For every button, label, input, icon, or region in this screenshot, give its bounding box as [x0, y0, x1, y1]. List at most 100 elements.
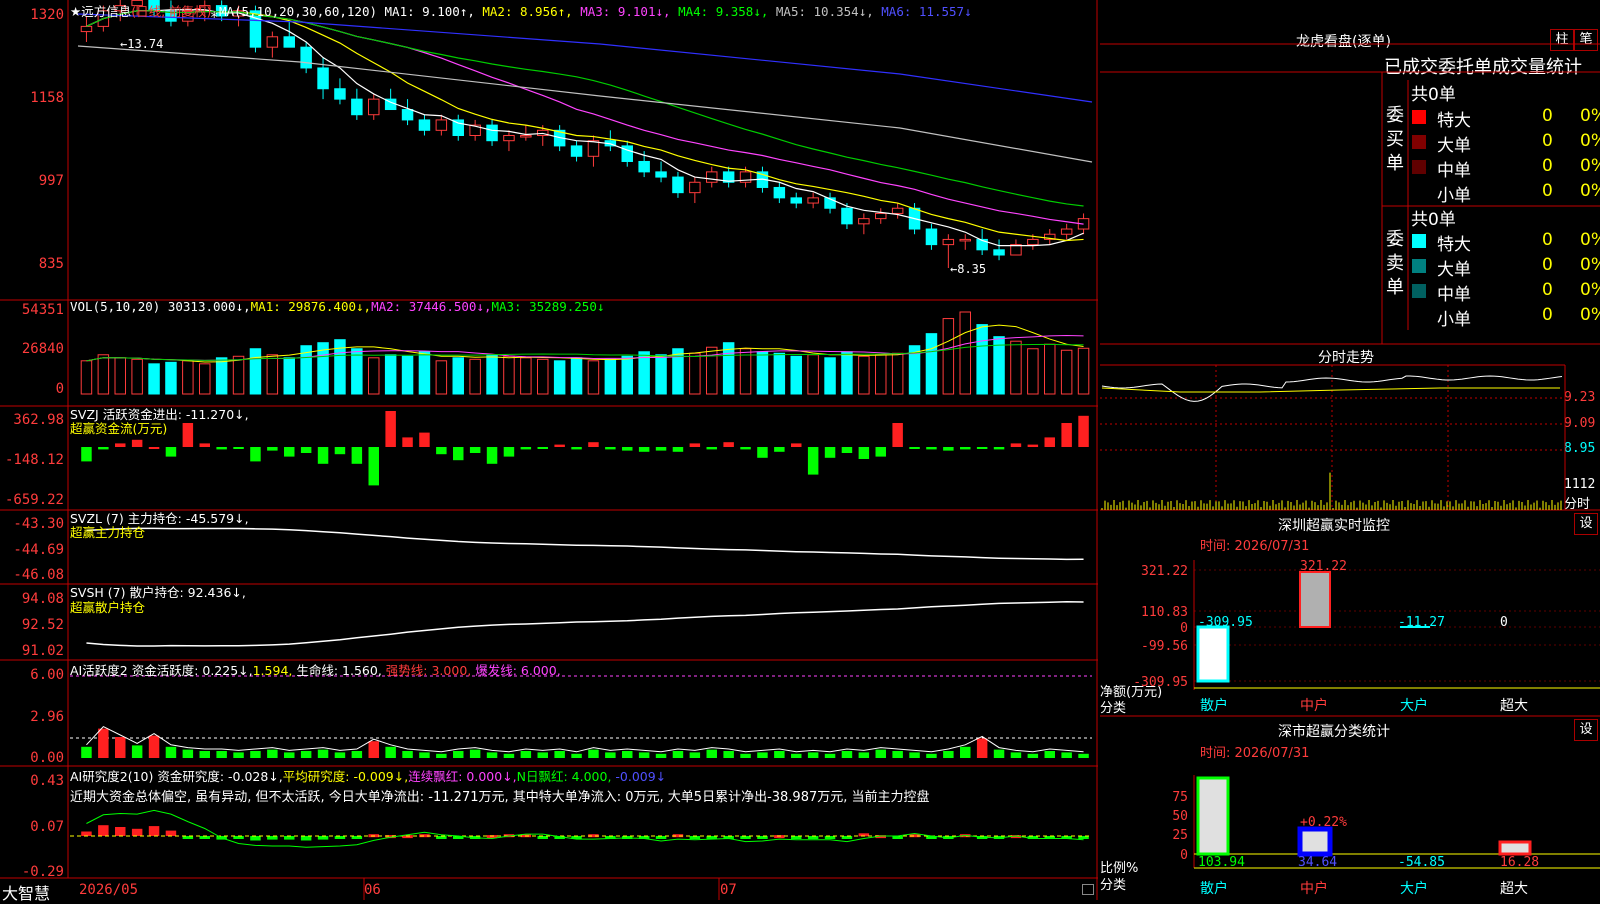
cls-ytick: 0 [1180, 848, 1188, 863]
ai1-bar [655, 753, 667, 758]
svzj-bar [706, 447, 717, 450]
order-pct: 0% [1580, 181, 1600, 201]
bar-view-button[interactable]: 柱 [1550, 29, 1574, 51]
order-count: 0 [1542, 156, 1553, 176]
mon-bar-retail [1196, 625, 1230, 683]
ai1-bar [216, 751, 227, 758]
volume-bar [148, 363, 160, 395]
volume-bar [1027, 348, 1039, 395]
svzj-bar [824, 447, 836, 458]
svzj-bar [1061, 423, 1072, 447]
candle-body [452, 119, 464, 137]
candle-body [266, 36, 279, 48]
volume-bar [790, 355, 802, 395]
ai1-bar [1010, 752, 1022, 758]
ai1-bar [588, 749, 599, 758]
svzj-bar [385, 411, 396, 447]
svzj-bar [98, 447, 109, 450]
mon-value: 0 [1500, 615, 1508, 630]
svzl-ytick-3: -46.08 [13, 567, 64, 583]
ai1-bar [486, 752, 498, 758]
ai2-avg: 平均研究度: -0.009↓, [282, 769, 409, 784]
order-pct: 0% [1580, 106, 1600, 126]
svzj-bar [1044, 437, 1055, 447]
svzj-bar [250, 447, 261, 462]
fs-ytick-3: 8.95 [1564, 441, 1596, 456]
ai2-title: AI研究度2(10) [70, 769, 154, 784]
ai1-bar [368, 741, 379, 758]
volume-bar [570, 357, 583, 395]
ai2-bar [115, 827, 126, 836]
volume-bar [841, 351, 853, 395]
chart-mode[interactable]: (日线, 前复权) [131, 4, 211, 19]
candle-body [503, 135, 515, 142]
ai1-lifeline: 生命线: 1.560, [296, 663, 382, 678]
svzj-bar [520, 447, 532, 450]
kline-chart-area[interactable]: * [0, 0, 1100, 900]
mon-ytick: 321.22 [1141, 564, 1188, 579]
svzj-bar [622, 447, 633, 451]
svzj-bar [588, 442, 599, 447]
main-ytick-1: 1320 [30, 7, 64, 23]
ai1-bar [672, 751, 684, 758]
svzj-bar [199, 443, 210, 447]
volume-bar [80, 360, 93, 395]
svzj-bar [1078, 415, 1089, 447]
svzj-bar [233, 447, 244, 449]
ai1-bar [436, 753, 447, 758]
svzj-bar [926, 447, 937, 450]
volume-bar [418, 351, 431, 395]
svzj-bar [892, 423, 903, 447]
order-count: 0 [1542, 280, 1553, 300]
ai1-bar [976, 738, 988, 758]
ai1-header: AI活跃度2 资金活跃度: 0.225↓,1.594, 生命线: 1.560, … [70, 660, 561, 679]
ai1-bar [284, 752, 295, 758]
svzj-bar [131, 439, 143, 447]
volume-bar [824, 357, 836, 395]
vol-value: 30313.000↓, [167, 299, 251, 314]
order-type: 大单 [1437, 136, 1471, 156]
volume-bar [165, 361, 177, 395]
ai1-bar [605, 752, 616, 758]
mon-category: 大户 [1400, 697, 1428, 714]
ai1-bar [402, 751, 413, 758]
fs-ytick-1: 9.23 [1564, 390, 1596, 405]
tick-view-button[interactable]: 笔 [1574, 29, 1598, 51]
candle-body [706, 171, 718, 183]
main-header: ★远方信息(日线, 前复权) MA(5,10,20,30,60,120) MA1… [70, 1, 972, 20]
monitor-settings-button[interactable]: 设 [1574, 513, 1598, 535]
ai1-bar [520, 751, 532, 758]
svzj-bar [317, 447, 329, 464]
vol-ma3: MA3: 35289.250↓ [491, 299, 605, 314]
cls-ytick: 25 [1172, 828, 1188, 843]
volume-bar [97, 354, 110, 395]
svzj-bar [537, 447, 548, 449]
candle-body [587, 140, 600, 157]
candle-body [689, 181, 701, 194]
ai1-bar [131, 745, 143, 758]
volume-bar [232, 355, 245, 395]
ai1-activity: 资金活跃度: 0.225↓, [131, 663, 253, 678]
candle-body [655, 171, 667, 178]
fs-price-line [1101, 375, 1563, 402]
ma4-value: MA4: 9.358↓, [678, 4, 769, 19]
order-count: 0 [1542, 181, 1553, 201]
classify-settings-button[interactable]: 设 [1574, 719, 1598, 741]
lock-icon[interactable] [1082, 884, 1094, 895]
mon-category: 散户 [1200, 697, 1228, 714]
svzj-bar [571, 447, 582, 450]
sell-order-label: 委卖单 [1386, 229, 1404, 298]
svzj-bar [723, 442, 734, 447]
color-swatch [1412, 135, 1426, 149]
ai1-ytick-3: 0.00 [30, 750, 64, 766]
ai2-ytick-3: -0.29 [21, 864, 64, 880]
ma2-line [86, 10, 1084, 242]
order-type: 小单 [1437, 186, 1471, 206]
svzj-bar [757, 447, 768, 458]
cls-ytick: 75 [1172, 790, 1188, 805]
stock-title[interactable]: ★远方信息 [70, 4, 131, 19]
ai1-bar [740, 753, 751, 758]
order-stats-tabs[interactable]: 已成交委托单成交量统计 [1384, 53, 1600, 79]
candle-body [942, 238, 955, 246]
ai1-bar [1044, 751, 1055, 758]
